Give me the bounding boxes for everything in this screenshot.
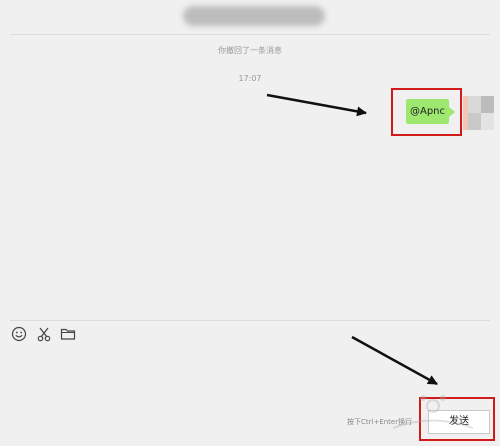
arrow-to-send: [351, 335, 438, 386]
annotation-arrows: [266, 93, 438, 386]
message-bubble[interactable]: @Apnc: [406, 99, 449, 124]
send-button[interactable]: 发送: [428, 410, 490, 434]
bubble-tail: [449, 107, 455, 117]
header-divider: [10, 34, 490, 35]
folder-icon[interactable]: [60, 326, 76, 342]
message-timestamp: 17:07: [238, 74, 262, 83]
arrow-to-message: [266, 93, 367, 117]
scissors-icon[interactable]: [36, 326, 52, 342]
avatar[interactable]: [468, 96, 494, 130]
input-divider: [10, 320, 490, 321]
input-hint: 按下Ctrl+Enter换行: [347, 418, 413, 426]
emoji-icon[interactable]: [11, 326, 27, 342]
recall-notice: 你撤回了一条消息: [218, 46, 282, 55]
chat-header: [0, 0, 500, 34]
message-highlight-frame: @Apnc: [391, 88, 462, 136]
chat-title-blurred: [183, 6, 325, 26]
